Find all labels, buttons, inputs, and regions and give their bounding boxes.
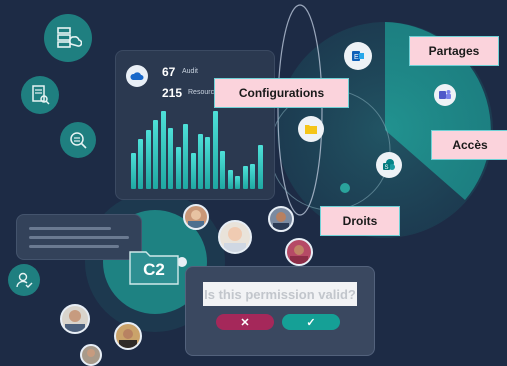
chart-bar: [131, 152, 136, 189]
info-card: [16, 214, 142, 260]
teams-app-icon: [434, 84, 456, 106]
chart-bar: [138, 139, 144, 189]
folder-icon[interactable]: C2: [128, 246, 180, 286]
document-search-icon: [21, 76, 59, 114]
folder-app-icon: [298, 116, 324, 142]
permission-question-box: Is this permission valid?: [203, 282, 357, 306]
chart-bar: [235, 175, 241, 189]
chart-bar: [227, 169, 233, 189]
onedrive-cloud-icon: [126, 65, 148, 87]
text-line: [29, 236, 129, 239]
tag-configurations[interactable]: Configurations: [214, 78, 349, 108]
chart-bar: [198, 133, 203, 189]
chart-bar: [250, 164, 256, 189]
folder-label: C2: [143, 260, 165, 279]
audit-label: Audit: [182, 68, 198, 75]
svg-text:S: S: [385, 165, 389, 171]
svg-text:E: E: [354, 54, 359, 61]
permission-dialog: Is this permission valid? ✕ ✓: [185, 266, 375, 356]
approve-button[interactable]: ✓: [282, 314, 340, 330]
chart-bar: [220, 150, 226, 189]
resources-label: Resources: [188, 89, 214, 96]
user-avatar: [80, 344, 102, 366]
sharepoint-app-icon: S: [376, 152, 402, 178]
user-avatar: [285, 238, 313, 266]
analytics-panel: 67 Audit 215 Resources: [115, 50, 275, 200]
approve-icon: ✓: [306, 316, 316, 329]
chart-bar: [190, 152, 196, 189]
user-avatar: [183, 204, 209, 230]
resources-count: 215: [162, 86, 183, 100]
reject-icon: ✕: [240, 316, 250, 329]
chart-bar: [205, 137, 211, 189]
search-list-icon: [60, 122, 96, 158]
exchange-app-icon: E: [344, 42, 372, 70]
user-avatar: [60, 304, 90, 334]
bar-chart: [130, 103, 264, 189]
chart-bar: [257, 145, 263, 189]
user-avatar: [114, 322, 142, 350]
audit-count: 67: [162, 65, 176, 79]
user-avatar: [218, 220, 252, 254]
text-line: [29, 227, 111, 230]
reject-button[interactable]: ✕: [216, 314, 274, 330]
chart-bar: [145, 129, 151, 189]
tag-acces[interactable]: Accès: [431, 130, 507, 160]
chart-bar: [242, 166, 248, 189]
chart-bar: [183, 124, 189, 189]
user-avatar: [268, 206, 294, 232]
chart-bar: [212, 110, 218, 189]
chart-bar: [160, 110, 166, 189]
chart-bar: [168, 127, 174, 189]
tag-droits[interactable]: Droits: [320, 206, 400, 236]
chart-bar: [175, 146, 181, 189]
server-cloud-icon: [44, 14, 92, 62]
tag-partages[interactable]: Partages: [409, 36, 499, 66]
user-check-icon: [8, 264, 40, 296]
chart-bar: [153, 120, 159, 189]
text-line: [29, 245, 119, 248]
permission-question: Is this permission valid?: [204, 286, 356, 302]
